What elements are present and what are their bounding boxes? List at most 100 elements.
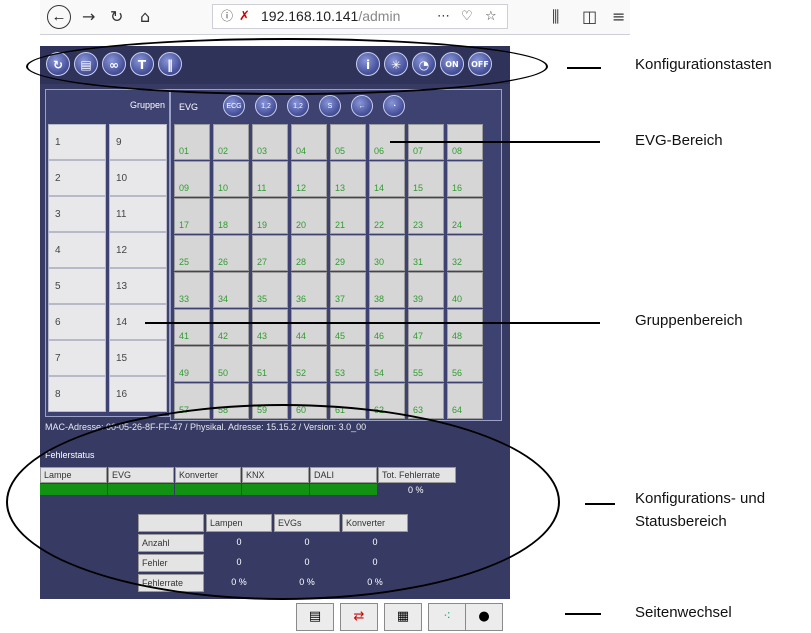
lamp-info-button[interactable]: ◔	[383, 95, 405, 117]
evg-cell-27[interactable]: 27	[252, 235, 288, 271]
evg-cell-13[interactable]: 13	[330, 161, 366, 197]
evg-cell-20[interactable]: 20	[291, 198, 327, 234]
menu-icon[interactable]: ≡	[612, 7, 625, 26]
evg-cell-49[interactable]: 49	[174, 346, 210, 382]
evg-cell-label: 10	[218, 183, 229, 193]
evg-cell-32[interactable]: 32	[447, 235, 483, 271]
evg-cell-30[interactable]: 30	[369, 235, 405, 271]
evg-cell-23[interactable]: 23	[408, 198, 444, 234]
evg-cell-51[interactable]: 51	[252, 346, 288, 382]
evg-cell-10[interactable]: 10	[213, 161, 249, 197]
group-button-6[interactable]: 6	[48, 304, 106, 340]
evg-cell-29[interactable]: 29	[330, 235, 366, 271]
evg-cell-64[interactable]: 64	[447, 383, 483, 419]
evg-cell-11[interactable]: 11	[252, 161, 288, 197]
evg-cell-04[interactable]: 04	[291, 124, 327, 160]
group-button-13[interactable]: 13	[109, 268, 167, 304]
evg-cell-43[interactable]: 43	[252, 309, 288, 345]
evg-cell-02[interactable]: 02	[213, 124, 249, 160]
multi-check-button[interactable]: 1,2	[287, 95, 309, 117]
evg-cell-26[interactable]: 26	[213, 235, 249, 271]
evg-cell-53[interactable]: 53	[330, 346, 366, 382]
evg-cell-03[interactable]: 03	[252, 124, 288, 160]
evg-cell-52[interactable]: 52	[291, 346, 327, 382]
evg-cell-24[interactable]: 24	[447, 198, 483, 234]
evg-cell-label: 36	[296, 294, 307, 304]
evg-cell-01[interactable]: 01	[174, 124, 210, 160]
group-button-10[interactable]: 10	[109, 160, 167, 196]
evg-cell-39[interactable]: 39	[408, 272, 444, 308]
evg-cell-label: 54	[374, 368, 385, 378]
group-button-9[interactable]: 9	[109, 124, 167, 160]
evg-cell-05[interactable]: 05	[330, 124, 366, 160]
multi-delete-button[interactable]: 1,2	[255, 95, 277, 117]
evg-cell-37[interactable]: 37	[330, 272, 366, 308]
evg-cell-16[interactable]: 16	[447, 161, 483, 197]
evg-cell-31[interactable]: 31	[408, 235, 444, 271]
ecg-delete-button[interactable]: ECG	[223, 95, 245, 117]
evg-cell-15[interactable]: 15	[408, 161, 444, 197]
evg-cell-41[interactable]: 41	[174, 309, 210, 345]
back-button[interactable]: ←	[47, 5, 71, 29]
group-button-12[interactable]: 12	[109, 232, 167, 268]
evg-cell-46[interactable]: 46	[369, 309, 405, 345]
evg-cell-09[interactable]: 09	[174, 161, 210, 197]
evg-cell-18[interactable]: 18	[213, 198, 249, 234]
evg-cell-label: 27	[257, 257, 268, 267]
url-bar[interactable]: ⓘ ✗ 192.168.10.141/admin ⋯ ♡ ☆	[212, 4, 508, 29]
evg-cell-36[interactable]: 36	[291, 272, 327, 308]
page-list-button[interactable]: ▤	[296, 603, 334, 631]
evg-cell-label: 06	[374, 146, 385, 156]
evg-cell-19[interactable]: 19	[252, 198, 288, 234]
evg-cell-48[interactable]: 48	[447, 309, 483, 345]
evg-cell-55[interactable]: 55	[408, 346, 444, 382]
evg-cell-50[interactable]: 50	[213, 346, 249, 382]
reload-icon[interactable]: ↻	[110, 7, 123, 26]
evg-cell-28[interactable]: 28	[291, 235, 327, 271]
group-button-11[interactable]: 11	[109, 196, 167, 232]
group-label: 15	[116, 353, 128, 364]
evg-cell-38[interactable]: 38	[369, 272, 405, 308]
evg-cell-47[interactable]: 47	[408, 309, 444, 345]
page-rgb-button[interactable]: ●	[465, 603, 503, 631]
evg-cell-33[interactable]: 33	[174, 272, 210, 308]
evg-cell-44[interactable]: 44	[291, 309, 327, 345]
evg-cell-14[interactable]: 14	[369, 161, 405, 197]
sidebar-icon[interactable]: ◫	[582, 7, 597, 26]
evg-cell-34[interactable]: 34	[213, 272, 249, 308]
single-check-button[interactable]: S	[319, 95, 341, 117]
page-group-button[interactable]: ▦	[384, 603, 422, 631]
insecure-lock-icon[interactable]: ✗	[239, 5, 250, 28]
group-button-2[interactable]: 2	[48, 160, 106, 196]
group-button-8[interactable]: 8	[48, 376, 106, 412]
group-button-5[interactable]: 5	[48, 268, 106, 304]
evg-cell-22[interactable]: 22	[369, 198, 405, 234]
library-icon[interactable]: ⫼	[552, 7, 559, 27]
info-icon[interactable]: ⓘ	[221, 5, 233, 28]
bookmark-star-icon[interactable]: ☆	[485, 5, 497, 28]
forward-icon[interactable]: →	[82, 7, 95, 26]
evg-cell-42[interactable]: 42	[213, 309, 249, 345]
group-button-7[interactable]: 7	[48, 340, 106, 376]
lamp-arrow-button[interactable]: ←	[351, 95, 373, 117]
home-icon[interactable]: ⌂	[140, 7, 150, 26]
pocket-icon[interactable]: ♡	[461, 5, 473, 28]
evg-cell-35[interactable]: 35	[252, 272, 288, 308]
evg-cell-56[interactable]: 56	[447, 346, 483, 382]
evg-cell-25[interactable]: 25	[174, 235, 210, 271]
group-button-16[interactable]: 16	[109, 376, 167, 412]
evg-cell-40[interactable]: 40	[447, 272, 483, 308]
page-scene-button[interactable]: ⁖	[428, 603, 466, 631]
group-button-3[interactable]: 3	[48, 196, 106, 232]
group-button-15[interactable]: 15	[109, 340, 167, 376]
group-button-4[interactable]: 4	[48, 232, 106, 268]
page-actions-icon[interactable]: ⋯	[437, 5, 450, 28]
evg-cell-45[interactable]: 45	[330, 309, 366, 345]
evg-cell-12[interactable]: 12	[291, 161, 327, 197]
evg-cell-17[interactable]: 17	[174, 198, 210, 234]
evg-cell-21[interactable]: 21	[330, 198, 366, 234]
evg-cell-54[interactable]: 54	[369, 346, 405, 382]
evg-cell-63[interactable]: 63	[408, 383, 444, 419]
group-button-1[interactable]: 1	[48, 124, 106, 160]
page-transfer-button[interactable]: ⇄	[340, 603, 378, 631]
